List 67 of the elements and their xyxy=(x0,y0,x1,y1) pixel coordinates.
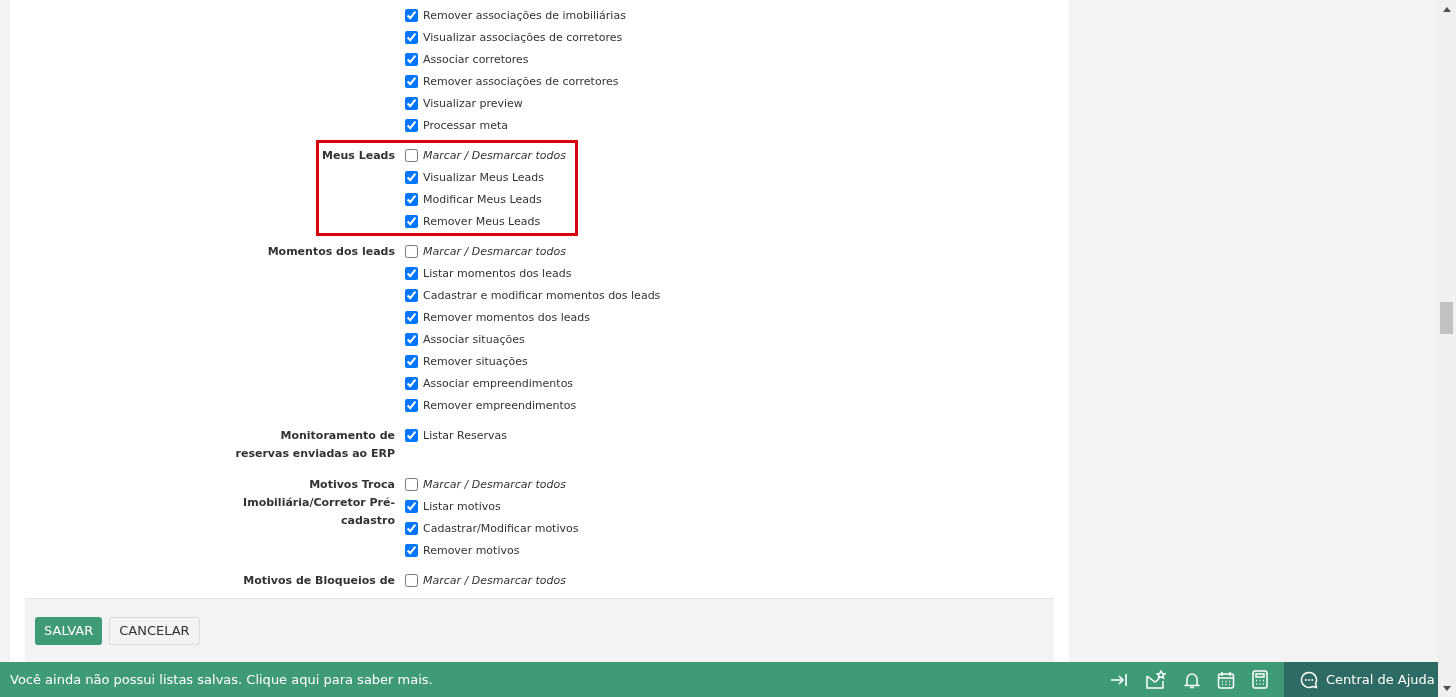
checkbox-label: Cadastrar/Modificar motivos xyxy=(423,521,579,535)
checkbox[interactable] xyxy=(405,288,418,302)
checkbox[interactable] xyxy=(405,96,418,110)
checkbox-label: Associar empreendimentos xyxy=(423,376,574,390)
checkbox-label: Remover associações de imobiliárias xyxy=(423,8,626,22)
checkbox[interactable] xyxy=(405,521,418,535)
checkbox-label: Marcar / Desmarcar todos xyxy=(423,477,566,491)
checkbox-label: Listar Reservas xyxy=(423,428,507,442)
mail-star-icon[interactable] xyxy=(1145,669,1167,690)
calculator-icon[interactable] xyxy=(1252,670,1268,689)
checkbox[interactable] xyxy=(405,499,418,513)
checkbox[interactable] xyxy=(405,332,418,346)
checkbox[interactable] xyxy=(405,573,418,587)
group-label: Motivos de Bloqueios de xyxy=(243,572,395,589)
checkbox[interactable] xyxy=(405,170,418,184)
checkbox[interactable] xyxy=(405,477,418,491)
checkbox-label: Visualizar preview xyxy=(423,96,523,110)
checkbox-label: Associar situações xyxy=(423,332,525,346)
checkbox[interactable] xyxy=(405,214,418,228)
checkbox-label: Remover motivos xyxy=(423,543,520,557)
checkbox[interactable] xyxy=(405,266,418,280)
scrollbar-thumb[interactable] xyxy=(1440,302,1453,334)
checkbox[interactable] xyxy=(405,8,418,22)
help-label: Central de Ajuda xyxy=(1326,672,1435,687)
checkbox-label: Remover empreendimentos xyxy=(423,398,577,412)
checkbox-label: Marcar / Desmarcar todos xyxy=(423,244,566,258)
group-label: Meus Leads xyxy=(322,147,395,164)
calendar-icon[interactable] xyxy=(1217,670,1235,689)
checkbox[interactable] xyxy=(405,376,418,390)
checkbox-label: Modificar Meus Leads xyxy=(423,192,542,206)
save-button[interactable]: SALVAR xyxy=(35,616,103,645)
checkbox[interactable] xyxy=(405,398,418,412)
checkbox-label: Cadastrar e modificar momentos dos leads xyxy=(423,288,661,302)
checkbox[interactable] xyxy=(405,354,418,368)
checkbox-label: Processar meta xyxy=(423,118,509,132)
checkbox[interactable] xyxy=(405,244,418,258)
scroll-up-icon[interactable] xyxy=(1443,7,1451,12)
checkbox-label: Listar momentos dos leads xyxy=(423,266,572,280)
checkbox-label: Associar corretores xyxy=(423,52,529,66)
chat-icon xyxy=(1300,670,1318,689)
checkbox[interactable] xyxy=(405,192,418,206)
checkbox[interactable] xyxy=(405,310,418,324)
scroll-down-icon[interactable] xyxy=(1443,686,1451,691)
checkbox-label: Remover Meus Leads xyxy=(423,214,541,228)
checkbox-label: Remover momentos dos leads xyxy=(423,310,591,324)
checkbox-label: Visualizar associações de corretores xyxy=(423,30,623,44)
checkbox-label: Remover situações xyxy=(423,354,528,368)
checkbox[interactable] xyxy=(405,543,418,557)
group-label: Momentos dos leads xyxy=(267,243,395,260)
arrow-to-bar-icon[interactable] xyxy=(1110,672,1128,687)
checkbox[interactable] xyxy=(405,148,418,162)
checkbox-label: Marcar / Desmarcar todos xyxy=(423,573,566,587)
checkbox[interactable] xyxy=(405,52,418,66)
status-message[interactable]: Você ainda não possui listas salvas. Clique aqui para saber mais. xyxy=(0,672,1110,687)
checkbox-label: Visualizar Meus Leads xyxy=(423,170,545,184)
help-center-button[interactable]: Central de Ajuda xyxy=(1284,662,1438,697)
checkbox[interactable] xyxy=(405,74,418,88)
checkbox[interactable] xyxy=(405,30,418,44)
checkbox[interactable] xyxy=(405,428,418,442)
cancel-button[interactable]: CANCELAR xyxy=(109,616,200,645)
bell-icon[interactable] xyxy=(1184,670,1200,689)
checkbox-label: Marcar / Desmarcar todos xyxy=(423,148,566,162)
group-label: Monitoramento de reservas enviadas ao ERP xyxy=(234,427,395,462)
checkbox[interactable] xyxy=(405,118,418,132)
checkbox-label: Remover associações de corretores xyxy=(423,74,619,88)
checkbox-label: Listar motivos xyxy=(423,499,501,513)
group-label: Motivos Troca Imobiliária/Corretor Pré-cadastro xyxy=(242,476,395,529)
